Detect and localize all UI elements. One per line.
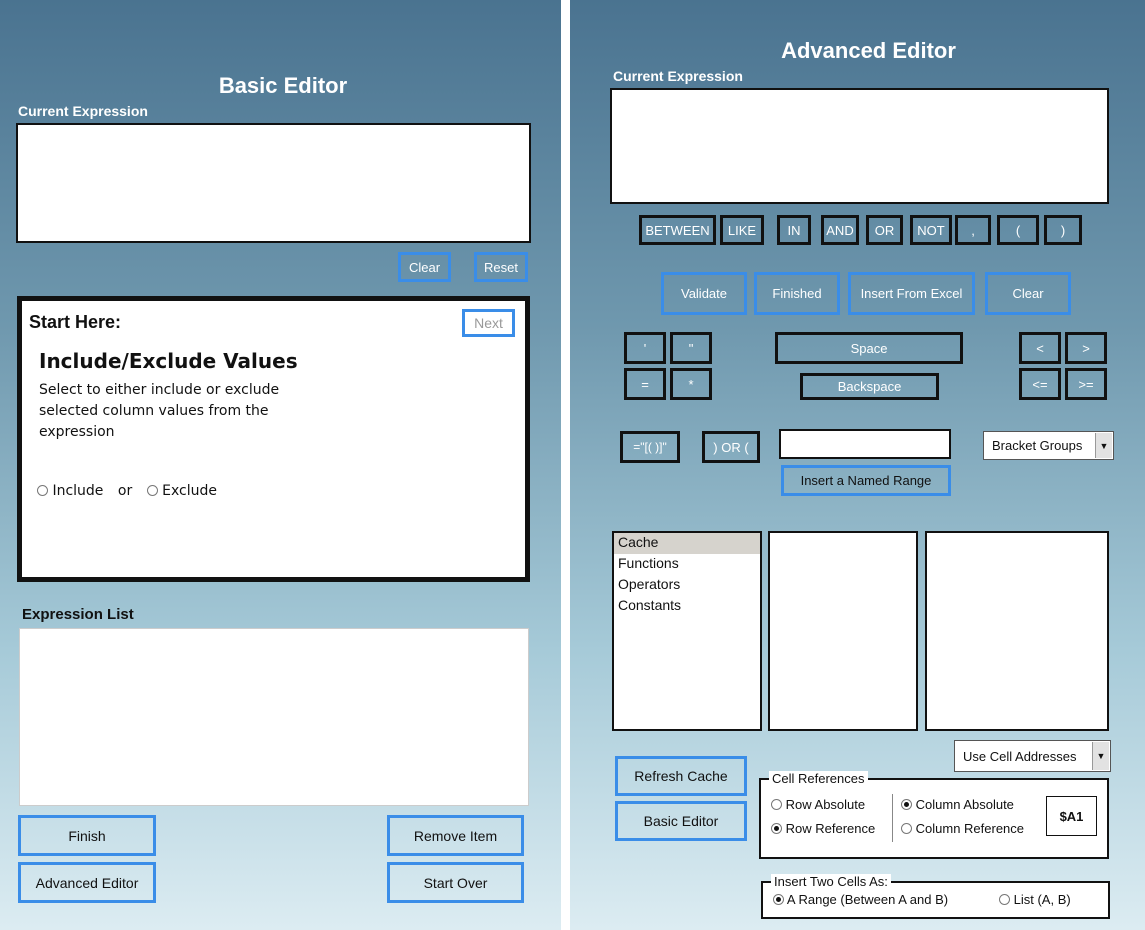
row-reference-radio[interactable] bbox=[771, 823, 782, 834]
chevron-down-icon: ▼ bbox=[1095, 433, 1112, 458]
advanced-editor-button[interactable]: Advanced Editor bbox=[18, 862, 156, 903]
list-item[interactable]: Cache bbox=[614, 533, 760, 554]
insert-two-cells-group: Insert Two Cells As: A Range (Between A … bbox=[761, 874, 1110, 919]
start-here-heading: Start Here: bbox=[29, 312, 122, 332]
detail-list[interactable] bbox=[925, 531, 1109, 731]
row-absolute-option[interactable]: Row Absolute bbox=[771, 797, 865, 812]
a-range-radio[interactable] bbox=[773, 894, 784, 905]
insert-from-excel-button[interactable]: Insert From Excel bbox=[848, 272, 975, 315]
basic-editor-panel: Basic Editor Current Expression Clear Re… bbox=[0, 0, 561, 930]
a-range-option[interactable]: A Range (Between A and B) bbox=[773, 892, 948, 907]
exclude-label: Exclude bbox=[162, 483, 217, 499]
less-equal-button[interactable]: <= bbox=[1019, 368, 1061, 400]
finished-button[interactable]: Finished bbox=[754, 272, 840, 315]
include-label: Include bbox=[52, 483, 104, 499]
less-than-button[interactable]: < bbox=[1019, 332, 1061, 364]
current-expression-box[interactable] bbox=[16, 123, 531, 243]
row-reference-label: Row Reference bbox=[785, 821, 876, 836]
open-paren-button[interactable]: ( bbox=[997, 215, 1039, 245]
step-title: Include/Exclude Values bbox=[39, 349, 298, 373]
or-label: or bbox=[117, 483, 133, 499]
remove-item-button[interactable]: Remove Item bbox=[387, 815, 524, 856]
use-cell-addresses-dropdown[interactable]: Use Cell Addresses ▼ bbox=[954, 740, 1111, 772]
insert-two-cells-legend: Insert Two Cells As: bbox=[771, 874, 891, 889]
exclude-radio[interactable] bbox=[146, 485, 158, 496]
list-item[interactable]: Operators bbox=[614, 575, 760, 596]
and-button[interactable]: AND bbox=[821, 215, 859, 245]
expression-list[interactable] bbox=[19, 628, 529, 806]
named-range-input[interactable] bbox=[779, 429, 951, 459]
space-button[interactable]: Space bbox=[775, 332, 963, 364]
basic-editor-title: Basic Editor bbox=[218, 73, 348, 98]
column-absolute-radio[interactable] bbox=[901, 799, 912, 810]
column-reference-radio[interactable] bbox=[901, 823, 912, 834]
adv-current-expression-label: Current Expression bbox=[613, 68, 743, 84]
cell-references-group: Cell References Row Absolute Row Referen… bbox=[759, 771, 1109, 859]
advanced-editor-panel: Advanced Editor Current Expression BETWE… bbox=[570, 0, 1145, 930]
cell-preview: $A1 bbox=[1046, 796, 1097, 836]
like-button[interactable]: LIKE bbox=[720, 215, 764, 245]
finish-button[interactable]: Finish bbox=[18, 815, 156, 856]
list-item[interactable]: Functions bbox=[614, 554, 760, 575]
in-button[interactable]: IN bbox=[777, 215, 811, 245]
current-expression-label: Current Expression bbox=[18, 103, 148, 119]
category-list[interactable]: Cache Functions Operators Constants bbox=[612, 531, 762, 731]
double-quote-button[interactable]: " bbox=[670, 332, 712, 364]
a-range-label: A Range (Between A and B) bbox=[786, 892, 949, 907]
equals-button[interactable]: = bbox=[624, 368, 666, 400]
use-cell-addresses-value: Use Cell Addresses bbox=[963, 748, 1077, 764]
refresh-cache-button[interactable]: Refresh Cache bbox=[615, 756, 747, 796]
adv-clear-button[interactable]: Clear bbox=[985, 272, 1071, 315]
or-button[interactable]: OR bbox=[866, 215, 903, 245]
adv-current-expression-box[interactable] bbox=[610, 88, 1109, 204]
list-item[interactable]: Constants bbox=[614, 596, 760, 617]
backspace-button[interactable]: Backspace bbox=[800, 373, 939, 400]
list-label: List (A, B) bbox=[1013, 892, 1071, 907]
start-over-button[interactable]: Start Over bbox=[387, 862, 524, 903]
star-button[interactable]: * bbox=[670, 368, 712, 400]
greater-than-button[interactable]: > bbox=[1065, 332, 1107, 364]
cell-references-legend: Cell References bbox=[769, 771, 868, 786]
start-here-card: Start Here: Next Include/Exclude Values … bbox=[17, 296, 530, 582]
advanced-editor-title: Advanced Editor bbox=[781, 38, 956, 63]
column-absolute-label: Column Absolute bbox=[915, 797, 1014, 812]
include-radio[interactable] bbox=[37, 485, 48, 496]
list-radio[interactable] bbox=[999, 894, 1010, 905]
list-option[interactable]: List (A, B) bbox=[999, 892, 1071, 907]
column-absolute-option[interactable]: Column Absolute bbox=[901, 797, 1014, 812]
include-exclude-options: Include or Exclude bbox=[37, 483, 217, 499]
clear-button[interactable]: Clear bbox=[398, 252, 451, 282]
single-quote-button[interactable]: ' bbox=[624, 332, 666, 364]
column-reference-option[interactable]: Column Reference bbox=[901, 821, 1024, 836]
next-button[interactable]: Next bbox=[462, 309, 515, 337]
row-absolute-label: Row Absolute bbox=[785, 797, 866, 812]
row-absolute-radio[interactable] bbox=[771, 799, 782, 810]
or-paren-button[interactable]: ) OR ( bbox=[702, 431, 760, 463]
expression-list-label: Expression List bbox=[22, 606, 134, 623]
basic-editor-button[interactable]: Basic Editor bbox=[615, 801, 747, 841]
between-button[interactable]: BETWEEN bbox=[639, 215, 716, 245]
reset-button[interactable]: Reset bbox=[474, 252, 528, 282]
bracket-groups-dropdown[interactable]: Bracket Groups ▼ bbox=[983, 431, 1114, 460]
validate-button[interactable]: Validate bbox=[661, 272, 747, 315]
close-paren-button[interactable]: ) bbox=[1044, 215, 1082, 245]
greater-equal-button[interactable]: >= bbox=[1065, 368, 1107, 400]
bracket-insert-button[interactable]: ="[( )]" bbox=[620, 431, 680, 463]
row-reference-option[interactable]: Row Reference bbox=[771, 821, 875, 836]
column-reference-label: Column Reference bbox=[915, 821, 1025, 836]
divider bbox=[892, 794, 893, 842]
chevron-down-icon: ▼ bbox=[1092, 742, 1109, 770]
not-button[interactable]: NOT bbox=[910, 215, 952, 245]
comma-button[interactable]: , bbox=[955, 215, 991, 245]
step-description: Select to either include or exclude sele… bbox=[39, 382, 280, 440]
bracket-groups-value: Bracket Groups bbox=[992, 438, 1083, 453]
item-list[interactable] bbox=[768, 531, 918, 731]
insert-named-range-button[interactable]: Insert a Named Range bbox=[781, 465, 951, 496]
